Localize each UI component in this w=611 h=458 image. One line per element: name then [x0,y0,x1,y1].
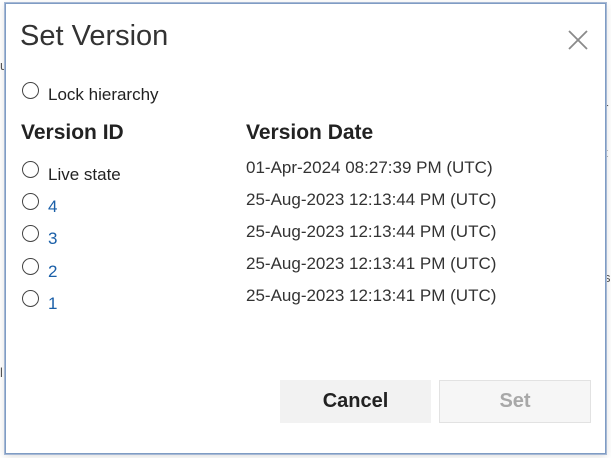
lock-hierarchy-label: Lock hierarchy [48,85,159,104]
set-button: Set [439,380,591,423]
version-radio-live-state[interactable] [22,161,39,178]
version-radio-3[interactable] [22,225,39,242]
version-radio-4[interactable] [22,193,39,210]
version-id-link-1[interactable]: 1 [48,295,57,312]
version-date: 25-Aug-2023 12:13:44 PM (UTC) [246,222,497,241]
version-id-header: Version ID [21,121,124,144]
close-button[interactable] [564,26,592,54]
set-version-dialog: Set Version Lock hierarchy Version ID Ve… [5,3,606,454]
version-id-live-state[interactable]: Live state [48,166,121,183]
version-date: 25-Aug-2023 12:13:41 PM (UTC) [246,254,497,273]
lock-hierarchy-radio[interactable] [22,82,39,99]
version-id-link-3[interactable]: 3 [48,230,57,247]
dialog-title: Set Version [20,20,169,52]
close-icon [568,30,588,50]
version-id-link-2[interactable]: 2 [48,263,57,280]
background-text-fragment: l [0,365,3,380]
version-id-link-4[interactable]: 4 [48,198,57,215]
version-date-header: Version Date [246,121,374,144]
version-radio-1[interactable] [22,290,39,307]
version-radio-2[interactable] [22,258,39,275]
cancel-button[interactable]: Cancel [280,380,431,423]
version-date: 01-Apr-2024 08:27:39 PM (UTC) [246,158,493,177]
version-date: 25-Aug-2023 12:13:41 PM (UTC) [246,286,497,305]
version-date: 25-Aug-2023 12:13:44 PM (UTC) [246,190,497,209]
